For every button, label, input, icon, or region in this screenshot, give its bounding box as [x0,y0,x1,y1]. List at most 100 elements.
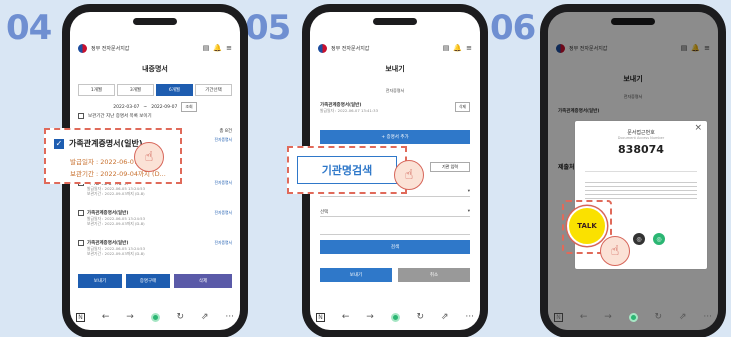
tap-hand-icon: ☝ [134,142,164,172]
date-separator: ~ [143,104,148,110]
expired-note: 보관기간 지난 증명서 목록 보이기 [88,114,152,119]
app-header: 정부 전자문서지갑 ▤ 🔔 ≡ [310,38,480,58]
more-icon[interactable]: ··· [225,312,234,322]
home-icon[interactable] [150,312,160,322]
highlight-callout: 기관명검색 [287,146,407,194]
step-number-04: 04 [6,8,52,48]
date-from[interactable]: 2022-03-07 [113,105,139,110]
checked-checkbox-icon[interactable]: ✓ [54,138,64,149]
phone-frame-3: 정부 전자문서지갑 ▤ 🔔 ≡ 보내기 전자증명서 가족관계증명서(일반) 제출… [540,4,726,337]
date-range: 2022-03-07 ~ 2022-09-07 조회 [78,102,232,112]
bell-icon[interactable]: 🔔 [213,44,222,52]
step-number-05: 05 [245,8,291,48]
menu-icon[interactable]: ≡ [466,44,472,52]
tab-6-months[interactable]: 6개월 [156,84,193,96]
item-tag: 전자증명서 [214,240,232,245]
item-kept: 보관기간 : 2022-09-03까지 (D-8) [87,191,145,196]
kakaotalk-share-button[interactable]: TALK [567,206,607,246]
refresh-icon[interactable]: ↻ [655,312,663,322]
share-line-icon[interactable]: ◎ [653,233,665,245]
share-message-icon[interactable]: ◎ [633,233,645,245]
item-checkbox[interactable] [78,240,84,246]
section-label: 전자증명서 [385,88,405,93]
institution-input-tab[interactable]: 기관 입력 [430,162,470,172]
tap-hand-icon: ☝ [600,236,630,266]
item-kept: 보관기간 : 2022-09-03까지 (D-8) [87,251,145,256]
share-icon[interactable]: ⇗ [441,312,449,322]
callout-title: 가족관계증명서(일반) [69,139,143,148]
phone-notch [133,18,177,25]
add-document-button[interactable]: + 증명서 추가 [320,130,470,144]
chevron-down-icon: ▾ [467,209,470,214]
page-title: 보내기 [385,65,405,73]
refresh-icon[interactable]: ↻ [417,312,425,322]
period-tabs: 1개월 3개월 6개월 기간선택 [78,84,232,96]
send-button[interactable]: 보내기 [78,274,122,288]
search-button[interactable]: 조회 [181,102,197,112]
app-brand: 정부 전자문서지갑 [331,45,370,52]
more-icon[interactable]: ··· [703,312,712,322]
browser-navbar: N ← → ↻ ⇗ ··· [76,308,234,326]
divider [585,171,697,172]
institution-select[interactable]: 선택 ▾ [320,207,470,217]
browser-navbar: N ← → ↻ ⇗ ··· [316,308,474,326]
naver-icon[interactable]: N [316,312,325,322]
share-icon[interactable]: ⇗ [679,312,687,322]
app-brand: 정부 전자문서지갑 [91,45,130,52]
gov-logo-icon [318,43,327,53]
refresh-icon[interactable]: ↻ [177,312,185,322]
expired-toggle[interactable]: 보관기간 지난 증명서 목록 보이기 [78,113,232,119]
browser-navbar: N ← → ↻ ⇗ ··· [554,308,712,326]
list-item[interactable]: 가족관계증명서(일반) 전자증명서 발급일자 : 2022-06-05 13:2… [78,210,232,226]
institution-select-value: 선택 [320,209,329,215]
item-kept: 보관기간 : 2022-09-03까지 (D-8) [87,221,145,226]
back-icon[interactable]: ← [580,312,588,322]
tab-custom-period[interactable]: 기간선택 [195,84,232,96]
wallet-icon[interactable]: ▤ [443,44,450,52]
app-header: 정부 전자문서지갑 ▤ 🔔 ≡ [70,38,240,58]
phone-screen-3: 정부 전자문서지갑 ▤ 🔔 ≡ 보내기 전자증명서 가족관계증명서(일반) 제출… [548,12,718,330]
home-icon[interactable] [390,312,400,322]
back-icon[interactable]: ← [102,312,110,322]
wallet-icon[interactable]: ▤ [203,44,210,52]
gov-logo-icon [78,43,87,53]
send-button[interactable]: 보내기 [320,268,392,282]
item-checkbox[interactable] [78,210,84,216]
bell-icon[interactable]: 🔔 [453,44,462,52]
date-to[interactable]: 2022-09-07 [151,105,177,110]
share-icon[interactable]: ⇗ [201,312,209,322]
tab-3-months[interactable]: 3개월 [117,84,154,96]
phone-notch [373,18,417,25]
selected-document: 가족관계증명서(일반) 발급일자 : 2022-06-07 13:41:33 삭… [320,102,470,113]
naver-icon[interactable]: N [76,312,85,322]
cancel-button[interactable]: 취소 [398,268,470,282]
access-code: 838074 [618,143,664,156]
keyword-input[interactable] [320,225,470,235]
total-count-label: 총 8건 [219,129,232,134]
tap-hand-icon: ☝ [394,160,424,190]
forward-icon[interactable]: → [366,312,374,322]
step-number-06: 06 [490,8,536,48]
more-icon[interactable]: ··· [465,312,474,322]
expired-checkbox[interactable] [78,113,84,119]
naver-icon[interactable]: N [554,312,563,322]
forward-icon[interactable]: → [126,312,134,322]
delete-button[interactable]: 삭제 [174,274,232,288]
item-tag: 전자증명서 [214,180,232,185]
institution-search-tab[interactable]: 기관명검색 [297,156,397,184]
modal-title: 문서접근번호 [627,130,655,136]
document-delete-button[interactable]: 삭제 [455,102,470,112]
item-tag: 전자증명서 [214,137,232,142]
list-item[interactable]: 가족관계증명서(일반) 전자증명서 발급일자 : 2022-06-05 13:2… [78,240,232,256]
modal-subtitle: Document Access Number [617,136,665,140]
tab-1-month[interactable]: 1개월 [78,84,115,96]
chevron-down-icon: ▾ [467,189,470,194]
menu-icon[interactable]: ≡ [226,44,232,52]
forward-icon[interactable]: → [604,312,612,322]
request-button[interactable]: 증명구매 [126,274,170,288]
home-icon[interactable] [628,312,638,322]
document-issued: 발급일자 : 2022-06-07 13:41:33 [320,108,378,113]
search-button[interactable]: 검색 [320,240,470,254]
back-icon[interactable]: ← [342,312,350,322]
page-title: 내증명서 [142,65,168,73]
